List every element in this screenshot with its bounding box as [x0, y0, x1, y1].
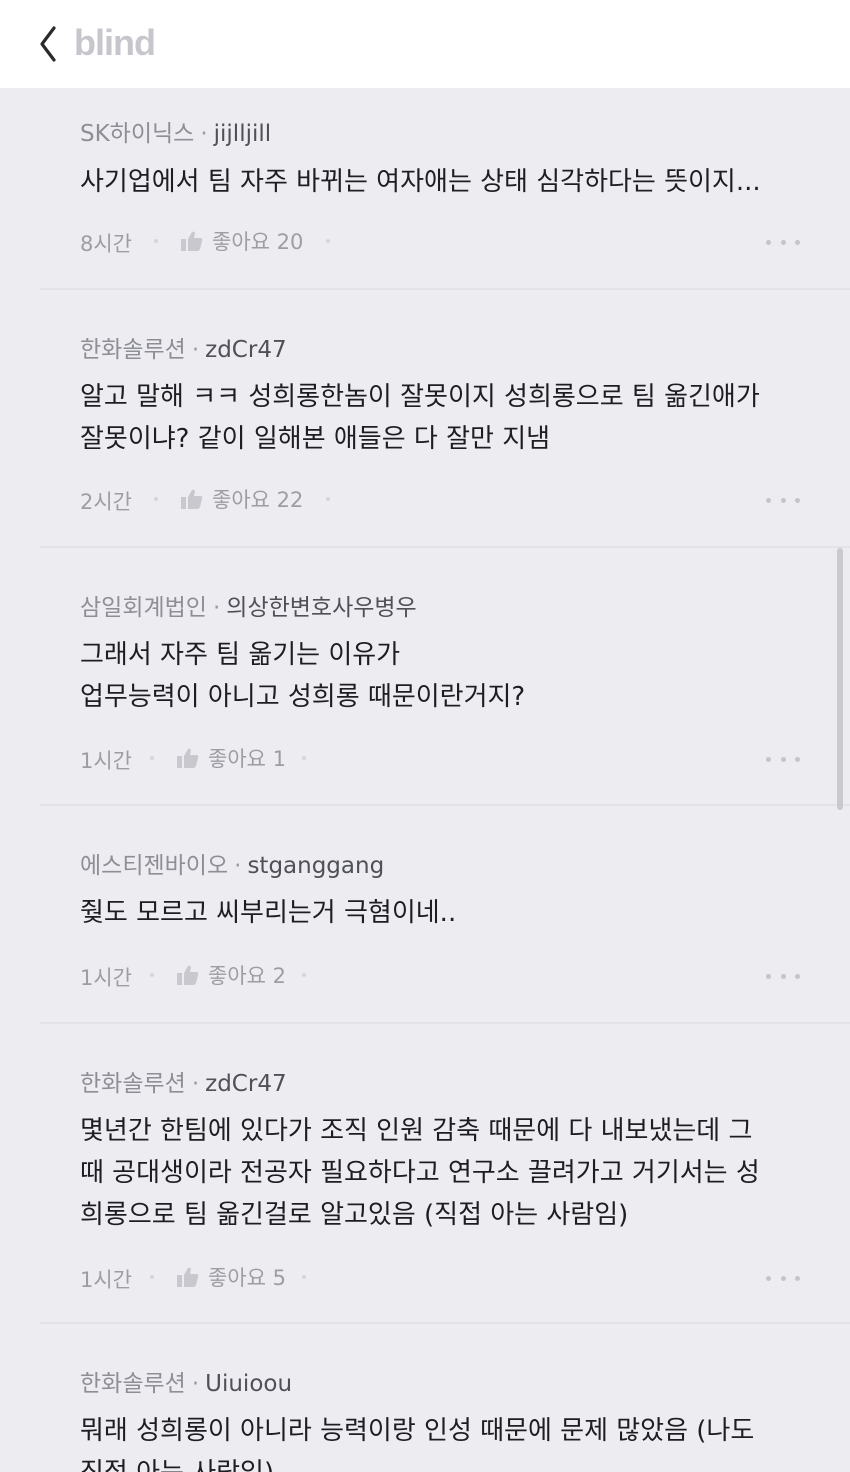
comment-time: 8시간 — [80, 232, 133, 256]
author-company: 삼일회계법인 — [80, 595, 207, 621]
meta-separator: · — [191, 337, 200, 363]
author-company: 한화솔루션 — [80, 337, 186, 363]
comment-footer: 8시간 좋아요 20 — [80, 226, 800, 258]
more-options-button[interactable] — [766, 970, 800, 982]
author-nickname[interactable]: Uiuioou — [205, 1371, 292, 1397]
comment-divider — [40, 804, 850, 806]
comment-list: SK하이닉스 · jijlljill 사기업에서 팀 자주 바뀌는 여자애는 상태 … — [0, 88, 850, 1472]
comment-time: 2시간 — [80, 490, 133, 514]
comment-divider — [40, 1022, 850, 1024]
more-icon-dot — [795, 973, 800, 979]
blind-logo: blind — [74, 22, 156, 63]
like-count: 좋아요 20 — [212, 230, 304, 254]
back-button[interactable] — [30, 24, 70, 64]
more-icon-dot — [795, 756, 800, 762]
comment-time: 1시간 — [80, 1268, 133, 1292]
meta-separator: · — [234, 853, 242, 879]
comment-divider — [40, 1322, 850, 1324]
more-options-button[interactable] — [766, 753, 800, 765]
like-count: 좋아요 2 — [208, 964, 286, 988]
author-nickname[interactable]: stganggang — [247, 853, 384, 879]
comment-author: 에스티젠바이오 · stganggang — [80, 846, 384, 880]
thumbs-up-icon — [177, 1267, 199, 1287]
thumbs-up-icon — [181, 489, 203, 509]
author-company: 에스티젠바이오 — [80, 853, 229, 879]
thumbs-up-icon — [177, 965, 199, 985]
meta-separator: · — [191, 1071, 200, 1097]
footer-separator — [302, 973, 306, 977]
comment-time: 1시간 — [80, 749, 133, 773]
comment-footer: 1시간 좋아요 2 — [80, 960, 800, 992]
more-icon-dot — [780, 1275, 786, 1281]
more-icon-dot — [795, 239, 800, 245]
like-button[interactable]: 좋아요 1 — [176, 743, 286, 773]
comment-author: 한화솔루션 · Uiuioou — [80, 1364, 292, 1398]
like-button[interactable]: 좋아요 5 — [176, 1262, 286, 1292]
thumbs-up-icon — [181, 231, 203, 251]
comment-body: 뭐래 성희롱이 아니라 능력이랑 인성 때문에 문제 많았음 (나도 직접 아는… — [80, 1416, 755, 1472]
top-bar: blind — [0, 0, 850, 88]
meta-separator: · — [191, 1371, 200, 1397]
footer-separator — [154, 497, 158, 501]
more-options-button[interactable] — [766, 1272, 800, 1284]
more-icon-dot — [780, 239, 786, 245]
comment-body: 몇년간 한팀에 있다가 조직 인원 감축 때문에 다 내보냈는데 그 때 공대생… — [80, 1116, 760, 1230]
author-nickname[interactable]: zdCr47 — [205, 1071, 286, 1097]
meta-separator: · — [212, 595, 221, 621]
comment-author: 한화솔루션 · zdCr47 — [80, 330, 287, 364]
comment-body: 줮도 모르고 씨부리는거 극혐이네.. — [80, 898, 457, 928]
like-button[interactable]: 좋아요 2 — [176, 960, 286, 990]
comment-divider — [40, 288, 850, 290]
more-icon-dot — [766, 973, 771, 979]
comment-body: 그래서 자주 팀 옮기는 이유가 업무능력이 아니고 성희롱 때문이란거지? — [80, 640, 526, 712]
more-icon-dot — [795, 1275, 800, 1281]
more-icon-dot — [766, 497, 771, 503]
footer-separator — [302, 1275, 306, 1279]
more-icon-dot — [795, 497, 800, 503]
author-company: 한화솔루션 — [80, 1371, 186, 1397]
comment-author: SK하이닉스 · jijlljill — [80, 114, 271, 148]
like-count: 좋아요 22 — [212, 488, 304, 512]
author-company: SK하이닉스 — [80, 121, 195, 147]
footer-separator — [150, 756, 154, 760]
comment-body: 사기업에서 팀 자주 바뀌는 여자애는 상태 심각하다는 뜻이지... — [80, 167, 761, 197]
footer-separator — [326, 239, 330, 243]
scrollbar[interactable] — [837, 548, 843, 810]
comment-author: 한화솔루션 · zdCr47 — [80, 1064, 287, 1098]
more-icon-dot — [780, 756, 786, 762]
more-options-button[interactable] — [766, 236, 800, 248]
comment-footer: 1시간 좋아요 1 — [80, 743, 800, 775]
more-icon-dot — [766, 756, 771, 762]
thumbs-up-icon — [177, 748, 199, 768]
like-count: 좋아요 5 — [208, 1266, 286, 1290]
footer-separator — [150, 1275, 154, 1279]
footer-separator — [150, 973, 154, 977]
comment-divider — [40, 546, 850, 548]
footer-separator — [154, 239, 158, 243]
author-company: 한화솔루션 — [80, 1071, 186, 1097]
like-button[interactable]: 좋아요 20 — [180, 226, 303, 256]
meta-separator: · — [200, 121, 208, 147]
comment-footer: 1시간 좋아요 5 — [80, 1262, 800, 1294]
like-button[interactable]: 좋아요 22 — [180, 484, 303, 514]
author-nickname[interactable]: zdCr47 — [205, 337, 286, 363]
comment-footer: 2시간 좋아요 22 — [80, 484, 800, 516]
more-icon-dot — [780, 497, 786, 503]
comment-time: 1시간 — [80, 966, 133, 990]
comment-author: 삼일회계법인 · 의상한변호사우병우 — [80, 588, 417, 622]
more-options-button[interactable] — [766, 494, 800, 506]
footer-separator — [302, 756, 306, 760]
more-icon-dot — [780, 973, 786, 979]
comment-body: 알고 말해 ㅋㅋ 성희롱한놈이 잘못이지 성희롱으로 팀 옮긴애가 잘못이냐? … — [80, 382, 760, 454]
author-nickname[interactable]: 의상한변호사우병우 — [226, 595, 416, 621]
author-nickname[interactable]: jijlljill — [214, 121, 272, 147]
more-icon-dot — [766, 1275, 771, 1281]
footer-separator — [326, 497, 330, 501]
chevron-left-icon — [40, 26, 56, 62]
like-count: 좋아요 1 — [208, 747, 286, 771]
more-icon-dot — [766, 239, 771, 245]
